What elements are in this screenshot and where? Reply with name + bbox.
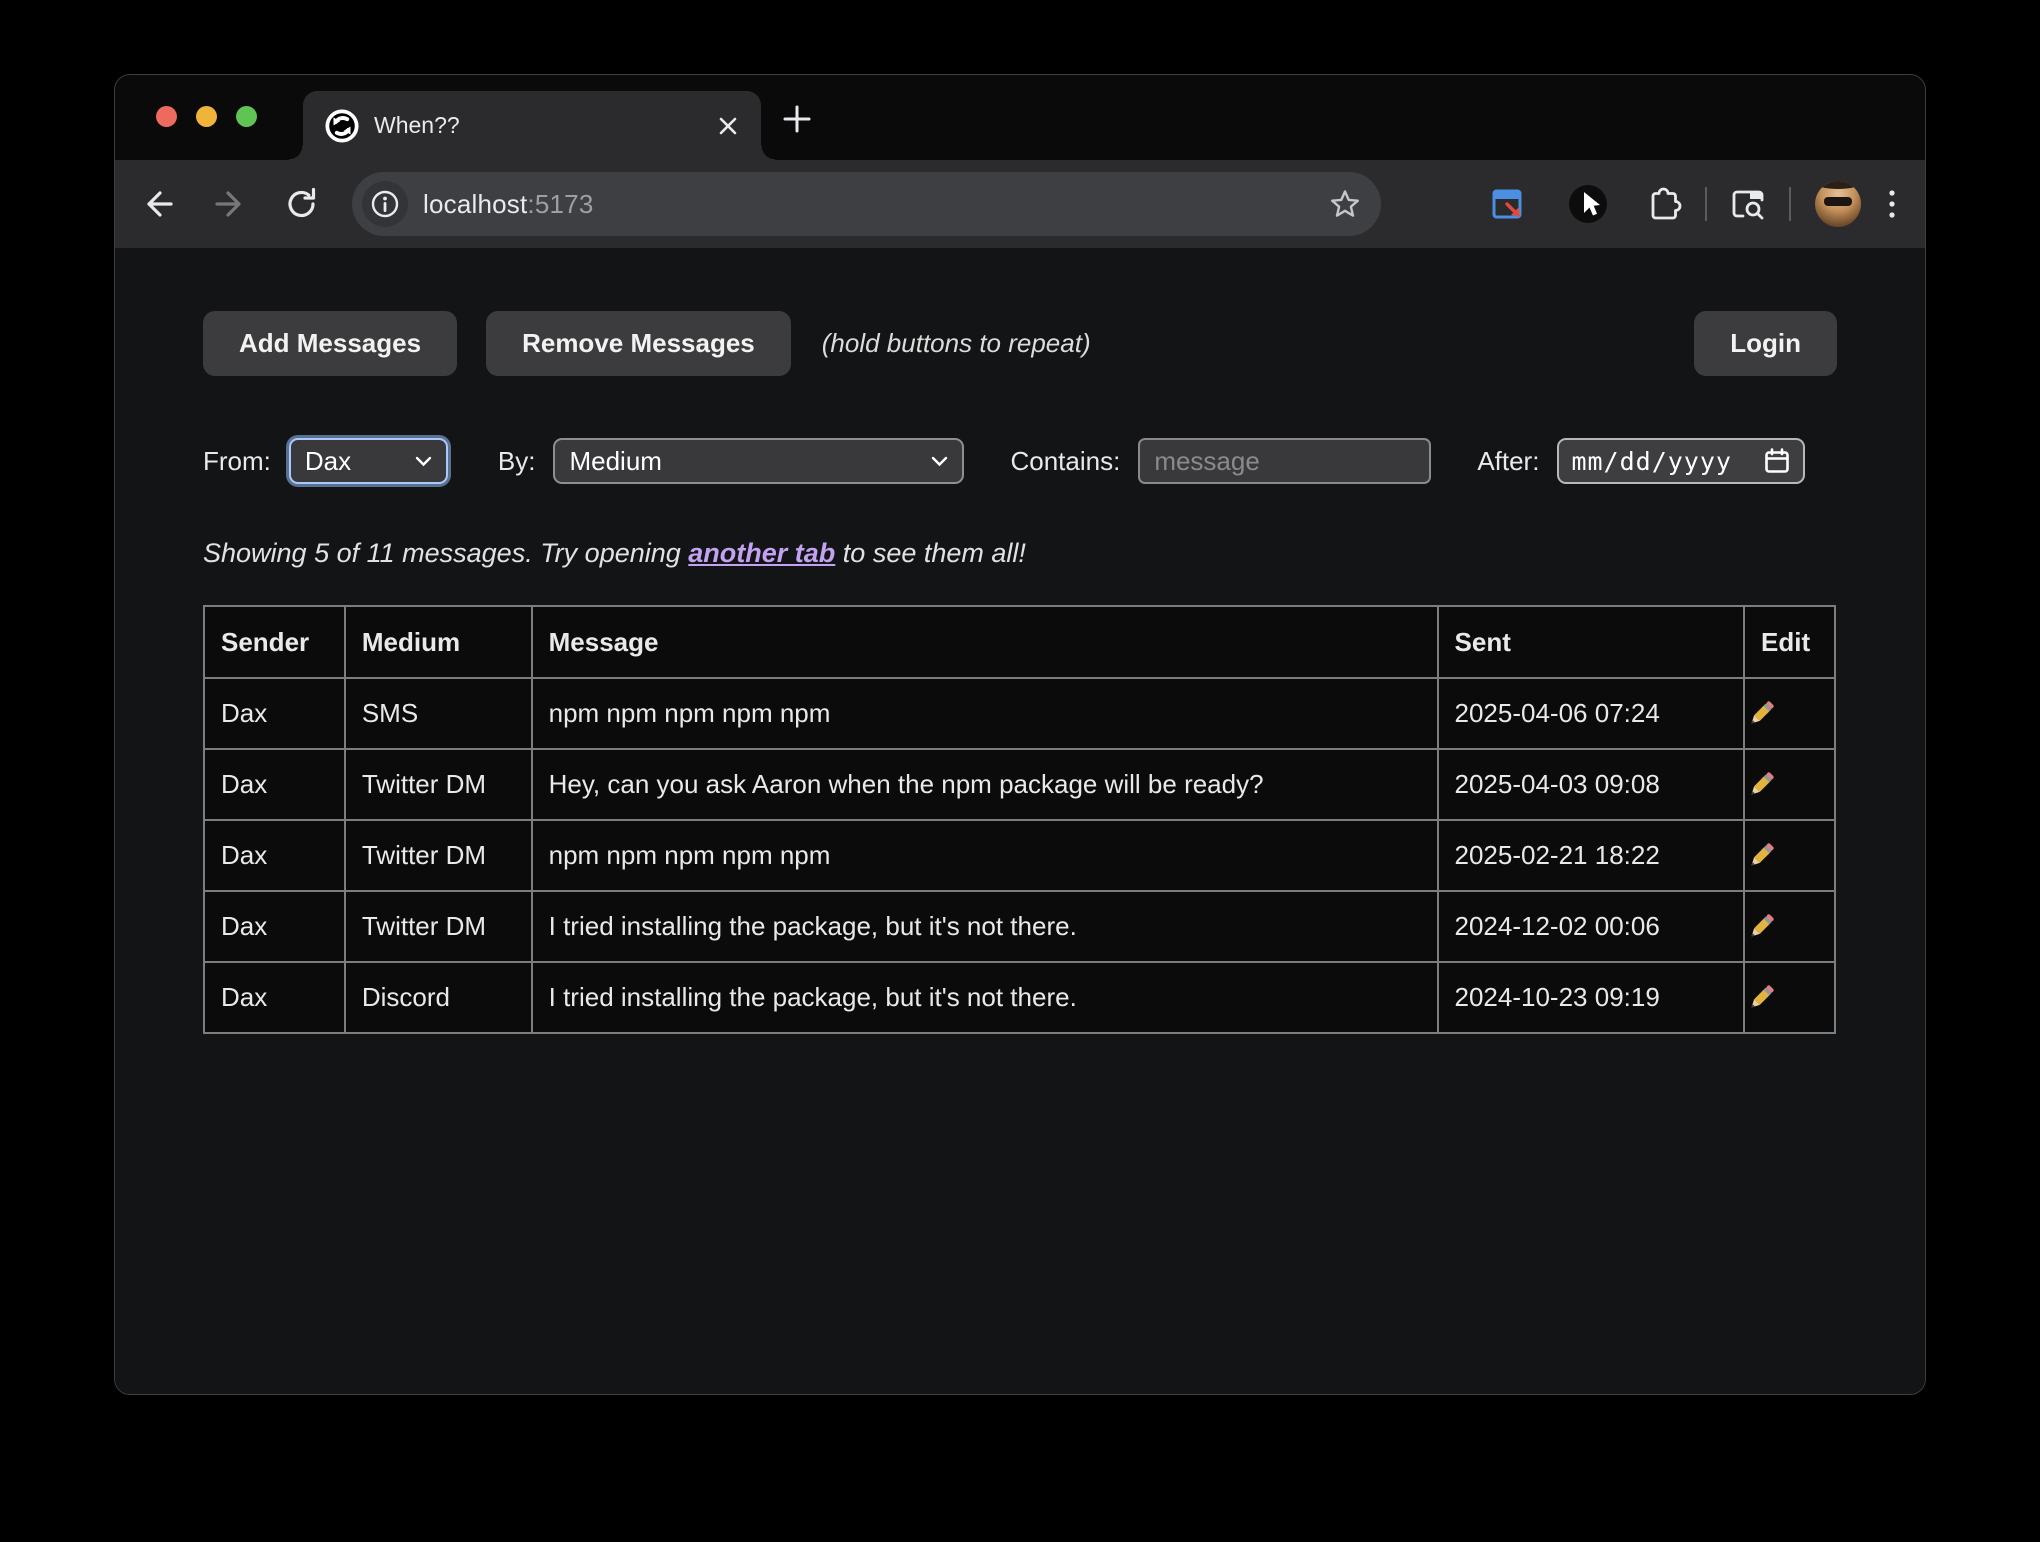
sync-circle-icon — [325, 109, 359, 143]
cell-message: Hey, can you ask Aaron when the npm pack… — [532, 749, 1438, 820]
cell-sent: 2025-04-06 07:24 — [1438, 678, 1745, 749]
url-bar[interactable]: localhost:5173 — [352, 172, 1381, 236]
window-zoom-button[interactable] — [236, 106, 257, 127]
browser-tab[interactable]: When?? — [303, 91, 761, 160]
cell-sent: 2025-02-21 18:22 — [1438, 820, 1745, 891]
window-close-button[interactable] — [156, 106, 177, 127]
by-label: By: — [498, 446, 536, 477]
cell-sent: 2024-10-23 09:19 — [1438, 962, 1745, 1033]
cell-edit — [1744, 891, 1835, 962]
edit-pencil-icon[interactable] — [1745, 769, 1777, 801]
login-button[interactable]: Login — [1694, 311, 1837, 376]
chevron-down-icon — [415, 456, 432, 467]
contains-input[interactable] — [1138, 438, 1431, 484]
toolbar-divider — [1789, 187, 1791, 221]
remove-messages-button[interactable]: Remove Messages — [486, 311, 791, 376]
cell-message: I tried installing the package, but it's… — [532, 962, 1438, 1033]
table-row: Dax Twitter DM npm npm npm npm npm 2025-… — [204, 820, 1835, 891]
extensions-puzzle-icon[interactable] — [1645, 185, 1683, 223]
cell-message: npm npm npm npm npm — [532, 820, 1438, 891]
after-date-input[interactable]: mm/dd/yyyy — [1557, 438, 1805, 484]
url-text: localhost:5173 — [423, 189, 594, 220]
header-message: Message — [532, 606, 1438, 678]
status-message: Showing 5 of 11 messages. Try opening an… — [203, 538, 1837, 569]
from-select[interactable]: Dax — [289, 438, 448, 484]
site-info-icon[interactable] — [362, 181, 408, 227]
by-select[interactable]: Medium — [553, 438, 964, 484]
profile-avatar[interactable] — [1815, 181, 1861, 227]
toolbar-extensions-cluster — [1489, 181, 1925, 227]
browser-toolbar: localhost:5173 — [115, 160, 1925, 248]
messages-table: Sender Medium Message Sent Edit Dax SMS … — [203, 605, 1836, 1034]
table-row: Dax Twitter DM I tried installing the pa… — [204, 891, 1835, 962]
edit-pencil-icon[interactable] — [1745, 911, 1777, 943]
cell-edit — [1744, 678, 1835, 749]
cell-edit — [1744, 962, 1835, 1033]
cell-medium: Discord — [345, 962, 532, 1033]
browser-menu-kebab-icon[interactable] — [1887, 185, 1897, 223]
chevron-down-icon — [931, 456, 948, 467]
window-minimize-button[interactable] — [196, 106, 217, 127]
filters-row: From: Dax By: Medium Contains: After: mm… — [203, 438, 1837, 484]
header-edit: Edit — [1744, 606, 1835, 678]
edit-pencil-icon[interactable] — [1745, 698, 1777, 730]
another-tab-link[interactable]: another tab — [688, 538, 835, 568]
cell-sender: Dax — [204, 749, 345, 820]
hold-buttons-hint: (hold buttons to repeat) — [822, 328, 1091, 359]
from-label: From: — [203, 446, 271, 477]
edit-pencil-icon[interactable] — [1745, 840, 1777, 872]
cell-medium: Twitter DM — [345, 749, 532, 820]
back-button[interactable] — [139, 185, 177, 223]
cell-sender: Dax — [204, 891, 345, 962]
bookmark-star-icon[interactable] — [1327, 186, 1363, 222]
cell-medium: Twitter DM — [345, 891, 532, 962]
table-row: Dax Discord I tried installing the packa… — [204, 962, 1835, 1033]
tab-close-icon[interactable] — [713, 111, 743, 141]
browser-window: When?? — [114, 74, 1926, 1395]
cell-sender: Dax — [204, 678, 345, 749]
page-content: Add Messages Remove Messages (hold butto… — [115, 248, 1925, 1394]
screen-search-icon[interactable] — [1729, 185, 1767, 223]
cell-sender: Dax — [204, 820, 345, 891]
edit-pencil-icon[interactable] — [1745, 982, 1777, 1014]
status-suffix: to see them all! — [835, 538, 1026, 568]
status-prefix: Showing 5 of 11 messages. Try opening — [203, 538, 688, 568]
header-medium: Medium — [345, 606, 532, 678]
cell-sent: 2025-04-03 09:08 — [1438, 749, 1745, 820]
cell-edit — [1744, 749, 1835, 820]
tab-strip: When?? — [115, 75, 1925, 160]
table-header-row: Sender Medium Message Sent Edit — [204, 606, 1835, 678]
cell-edit — [1744, 820, 1835, 891]
after-label: After: — [1477, 446, 1539, 477]
header-sent: Sent — [1438, 606, 1745, 678]
table-row: Dax Twitter DM Hey, can you ask Aaron wh… — [204, 749, 1835, 820]
cell-medium: SMS — [345, 678, 532, 749]
window-resizer-extension-icon[interactable] — [1489, 185, 1527, 223]
add-messages-button[interactable]: Add Messages — [203, 311, 457, 376]
cell-message: npm npm npm npm npm — [532, 678, 1438, 749]
forward-button[interactable] — [211, 185, 249, 223]
table-row: Dax SMS npm npm npm npm npm 2025-04-06 0… — [204, 678, 1835, 749]
contains-label: Contains: — [1010, 446, 1120, 477]
reload-button[interactable] — [283, 185, 321, 223]
toolbar-divider — [1705, 187, 1707, 221]
cell-sent: 2024-12-02 00:06 — [1438, 891, 1745, 962]
header-sender: Sender — [204, 606, 345, 678]
new-tab-button[interactable] — [775, 97, 819, 141]
cursor-extension-icon[interactable] — [1567, 183, 1609, 225]
cell-medium: Twitter DM — [345, 820, 532, 891]
window-controls — [156, 106, 257, 127]
actions-row: Add Messages Remove Messages (hold butto… — [203, 311, 1837, 376]
cell-sender: Dax — [204, 962, 345, 1033]
calendar-icon[interactable] — [1763, 447, 1791, 475]
tab-title: When?? — [374, 112, 713, 139]
cell-message: I tried installing the package, but it's… — [532, 891, 1438, 962]
